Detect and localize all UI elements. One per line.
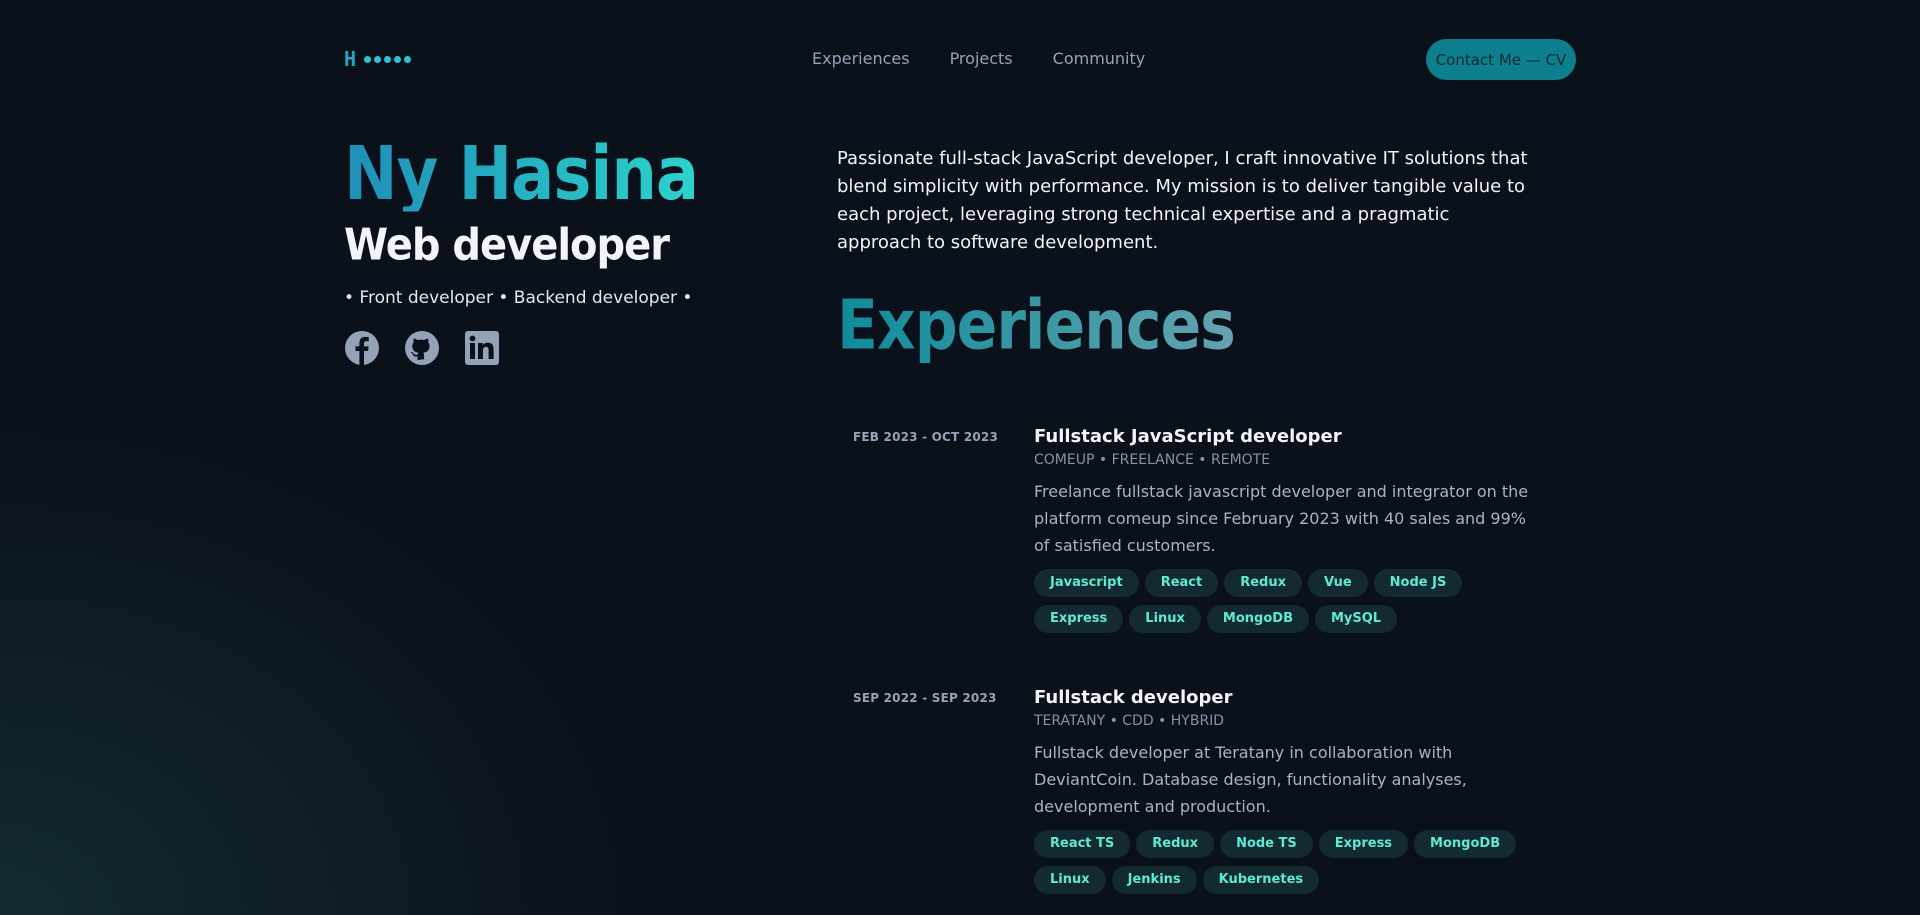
- nav-community[interactable]: Community: [1053, 49, 1146, 68]
- profile-name: Ny Hasina: [344, 138, 764, 212]
- experiences-heading: Experiences: [837, 285, 1537, 366]
- tech-tag: Jenkins: [1111, 866, 1197, 894]
- profile-role: Web developer: [344, 220, 670, 271]
- top-navbar: H Experiences Projects Community Contact…: [0, 0, 1920, 115]
- main-nav: Experiences Projects Community: [812, 49, 1145, 68]
- tech-tag: Kubernetes: [1202, 866, 1320, 894]
- logo-mark: H: [344, 47, 357, 71]
- profile-panel: Ny Hasina Web developer • Front develope…: [344, 138, 764, 366]
- social-links: [344, 330, 764, 366]
- profile-tagline: • Front developer • Backend developer •: [344, 288, 693, 308]
- github-link[interactable]: [404, 330, 440, 366]
- tech-tag: MySQL: [1314, 605, 1398, 633]
- linkedin-icon: [465, 331, 499, 365]
- experience-meta: COMEUP • FREELANCE • REMOTE: [1034, 452, 1271, 468]
- tech-tag: React: [1144, 569, 1219, 597]
- logo[interactable]: H: [344, 47, 412, 71]
- nav-experiences[interactable]: Experiences: [812, 49, 910, 68]
- tech-tag: Redux: [1136, 830, 1215, 858]
- facebook-link[interactable]: [344, 330, 380, 366]
- main-content: Passionate full-stack JavaScript develop…: [837, 145, 1537, 366]
- tech-tag: React TS: [1034, 830, 1131, 858]
- tech-tag: Linux: [1129, 605, 1201, 633]
- tech-tag: Javascript: [1034, 569, 1139, 597]
- tech-tag: MongoDB: [1206, 605, 1309, 633]
- tech-tag: MongoDB: [1414, 830, 1517, 858]
- contact-cv-button[interactable]: Contact Me — CV: [1426, 39, 1576, 80]
- experience-meta: TERATANY • CDD • HYBRID: [1034, 713, 1225, 729]
- intro-text: Passionate full-stack JavaScript develop…: [837, 148, 1528, 253]
- facebook-icon: [345, 331, 379, 365]
- tech-tag: Node JS: [1373, 569, 1463, 597]
- experience-tags: Javascript React Redux Vue Node JS Expre…: [1034, 569, 1554, 633]
- tech-tag: Node TS: [1220, 830, 1313, 858]
- logo-dots: [364, 55, 412, 63]
- experience-date: FEB 2023 - OCT 2023: [853, 430, 999, 444]
- tech-tag: Linux: [1034, 866, 1106, 894]
- linkedin-link[interactable]: [464, 330, 500, 366]
- tech-tag: Vue: [1308, 569, 1368, 597]
- tech-tag: Express: [1318, 830, 1409, 858]
- tech-tag: Redux: [1224, 569, 1302, 597]
- experience-tags: React TS Redux Node TS Express MongoDB L…: [1034, 830, 1554, 894]
- experience-title: Fullstack developer: [1034, 687, 1233, 708]
- nav-projects[interactable]: Projects: [950, 49, 1013, 68]
- github-icon: [405, 331, 439, 365]
- experience-description: Fullstack developer at Teratany in colla…: [1034, 743, 1467, 816]
- experience-date: SEP 2022 - SEP 2023: [853, 691, 997, 705]
- tech-tag: Express: [1034, 605, 1124, 633]
- experience-title: Fullstack JavaScript developer: [1034, 426, 1342, 447]
- experience-description: Freelance fullstack javascript developer…: [1034, 482, 1529, 555]
